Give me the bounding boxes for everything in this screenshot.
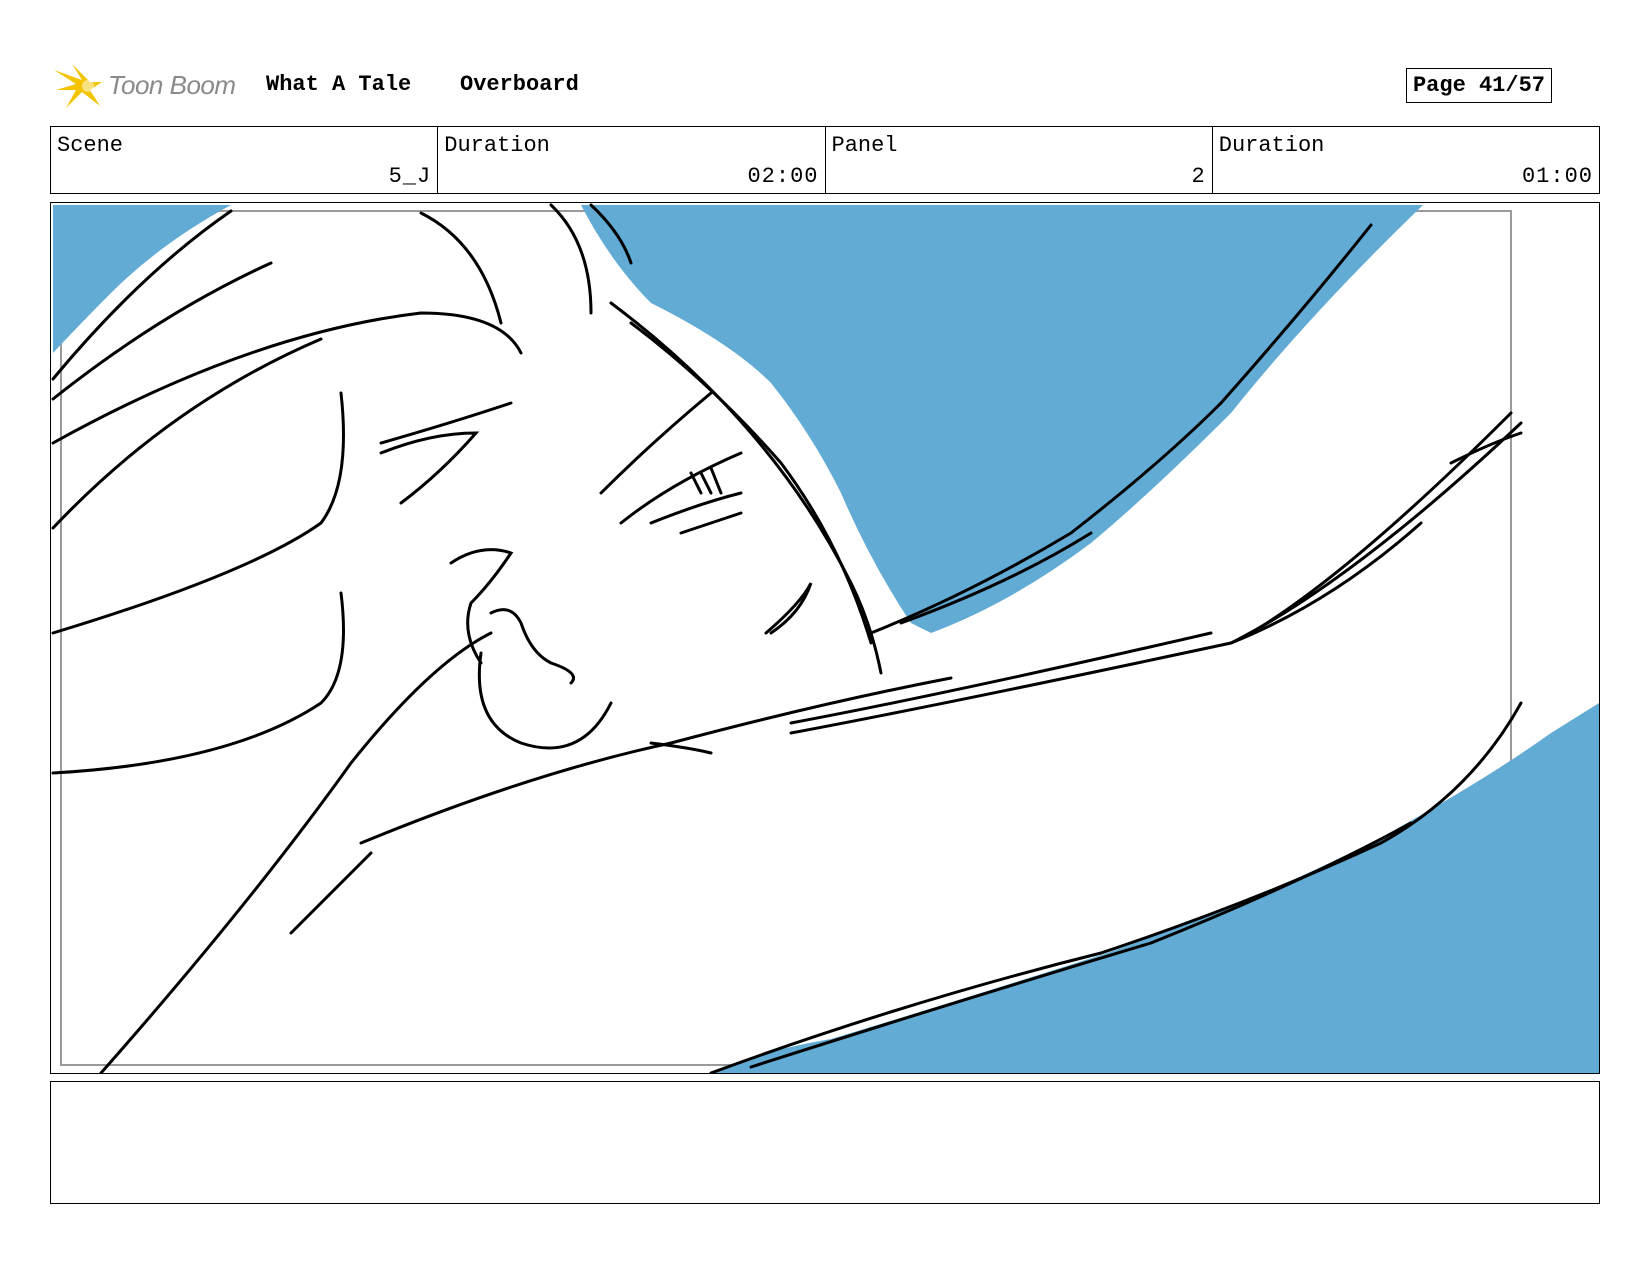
blue-area-top-left: [53, 205, 231, 353]
scene-duration-value: 02:00: [747, 164, 819, 189]
blue-area-bottom-right: [711, 703, 1599, 1073]
panel-label: Panel: [831, 133, 898, 158]
scene-value: 5_J: [388, 164, 432, 189]
panel-duration-value: 01:00: [1521, 164, 1593, 189]
panel-info-table: Scene 5_J Duration 02:00 Panel 2 Duratio…: [50, 126, 1600, 194]
scene-cell: Scene 5_J: [51, 127, 439, 193]
scene-duration-cell: Duration 02:00: [438, 127, 826, 193]
blue-area-top-right: [581, 205, 1423, 633]
page-indicator: Page 41/57: [1405, 68, 1552, 103]
logo-wordmark: Toon Boom: [108, 70, 236, 100]
episode-title: Overboard: [460, 72, 579, 97]
scene-duration-label: Duration: [444, 133, 550, 158]
panel-cell: Panel 2: [826, 127, 1213, 193]
storyboard-header: Toon Boom What A Tale Overboard Page 41/…: [52, 56, 1602, 116]
panel-notes-box: [50, 1081, 1600, 1204]
scene-label: Scene: [57, 133, 124, 158]
project-title: What A Tale: [266, 72, 412, 97]
panel-duration-cell: Duration 01:00: [1213, 127, 1599, 193]
storyboard-panel: [50, 202, 1600, 1074]
panel-duration-label: Duration: [1218, 133, 1325, 158]
panel-value: 2: [1191, 164, 1206, 189]
toon-boom-logo: Toon Boom: [52, 60, 252, 112]
panel-sketch: [51, 203, 1599, 1073]
starburst-icon: [54, 64, 102, 108]
